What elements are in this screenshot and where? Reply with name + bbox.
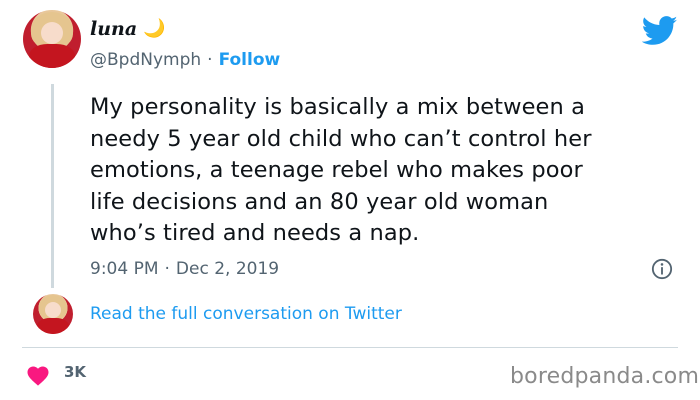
like-count[interactable]: 3K (64, 363, 86, 381)
avatar-body (29, 44, 75, 68)
tweet-date[interactable]: Dec 2, 2019 (176, 259, 279, 279)
moon-icon: 🌙 (143, 18, 166, 39)
tweet-timestamp-row[interactable]: 9:04 PM · Dec 2, 2019 (90, 259, 279, 279)
separator-dot: · (164, 259, 170, 279)
read-conversation-link[interactable]: Read the full conversation on Twitter (90, 304, 402, 324)
author-name-row[interactable]: luna 🌙 (90, 18, 166, 40)
author-handle-row: @BpdNymph · Follow (90, 50, 280, 70)
avatar-body (37, 318, 69, 334)
thread-line (51, 84, 54, 288)
avatar-face (41, 22, 63, 44)
twitter-bird-icon[interactable] (642, 16, 678, 46)
separator-dot: · (207, 50, 213, 70)
tweet-card: luna 🌙 @BpdNymph · Follow My personality… (0, 0, 700, 400)
divider (22, 347, 678, 348)
tweet-time[interactable]: 9:04 PM (90, 259, 159, 279)
heart-icon[interactable] (26, 364, 50, 386)
tweet-text: My personality is basically a mix betwee… (90, 94, 592, 246)
info-icon[interactable] (651, 258, 673, 280)
author-avatar[interactable] (23, 10, 81, 68)
author-display-name[interactable]: luna (90, 18, 137, 40)
author-handle[interactable]: @BpdNymph (90, 50, 201, 70)
watermark-text: boredpanda.com (510, 364, 700, 389)
avatar-face (45, 302, 61, 318)
reply-avatar (33, 294, 73, 334)
follow-button[interactable]: Follow (219, 50, 281, 70)
